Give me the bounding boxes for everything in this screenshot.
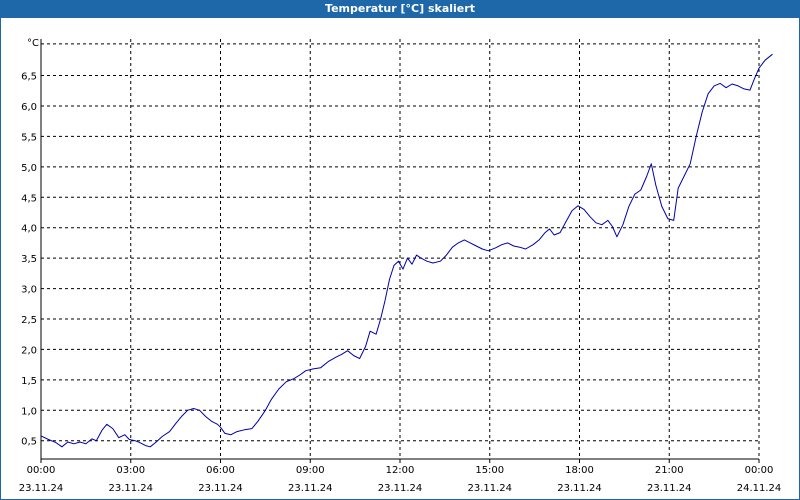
- x-tick-time-label: 06:00: [206, 465, 235, 476]
- x-tick-date-label: 23.11.24: [108, 483, 153, 494]
- x-tick-time-label: 00:00: [27, 465, 56, 476]
- y-axis-unit-label: °C: [27, 38, 39, 49]
- y-tick-label: 4,0: [21, 224, 37, 235]
- y-tick-label: 6,5: [21, 72, 37, 83]
- x-tick-date-label: 23.11.24: [288, 483, 333, 494]
- y-tick-label: 4,5: [21, 193, 37, 204]
- temperature-line-chart: 0,5 1,0 1,5 2,0 2,5 3,0 3,5 4,0 4,5 5,0 5,5 6,0 6,5 0…: [19, 38, 782, 494]
- x-tick-time-label: 18:00: [565, 465, 594, 476]
- chart-panel: 0,5 1,0 1,5 2,0 2,5 3,0 3,5 4,0 4,5 5,0 5,5 6,0 6,5 0…: [0, 18, 800, 500]
- x-tick-date-label: 23.11.24: [19, 483, 64, 494]
- y-tick-label: 2,5: [21, 315, 37, 326]
- x-tick-time-label: 00:00: [745, 465, 774, 476]
- y-tick-label: 5,5: [21, 132, 37, 143]
- x-tick-date-label: 23.11.24: [557, 483, 602, 494]
- y-tick-label: 6,0: [21, 102, 37, 113]
- x-tick-time-label: 03:00: [116, 465, 145, 476]
- x-tick-time-label: 09:00: [296, 465, 325, 476]
- y-tick-label: 3,0: [21, 285, 37, 296]
- y-tick-label: 1,5: [21, 376, 37, 387]
- y-tick-label: 2,0: [21, 345, 37, 356]
- y-tick-label: 5,0: [21, 163, 37, 174]
- temperature-series-line: [40, 53, 773, 448]
- x-tick-time-label: 15:00: [475, 465, 504, 476]
- y-tick-label: 3,5: [21, 254, 37, 265]
- x-tick-time-label: 12:00: [386, 465, 415, 476]
- x-tick-date-label: 23.11.24: [647, 483, 692, 494]
- x-tick-date-label: 23.11.24: [378, 483, 423, 494]
- x-tick-date-label: 23.11.24: [198, 483, 243, 494]
- x-tick-date-label: 23.11.24: [467, 483, 512, 494]
- chart-title: Temperatur [°C] skaliert: [0, 0, 800, 18]
- x-tick-time-label: 21:00: [655, 465, 684, 476]
- y-tick-label: 0,5: [21, 437, 37, 448]
- y-tick-label: 1,0: [21, 406, 37, 417]
- x-tick-date-label: 24.11.24: [737, 483, 782, 494]
